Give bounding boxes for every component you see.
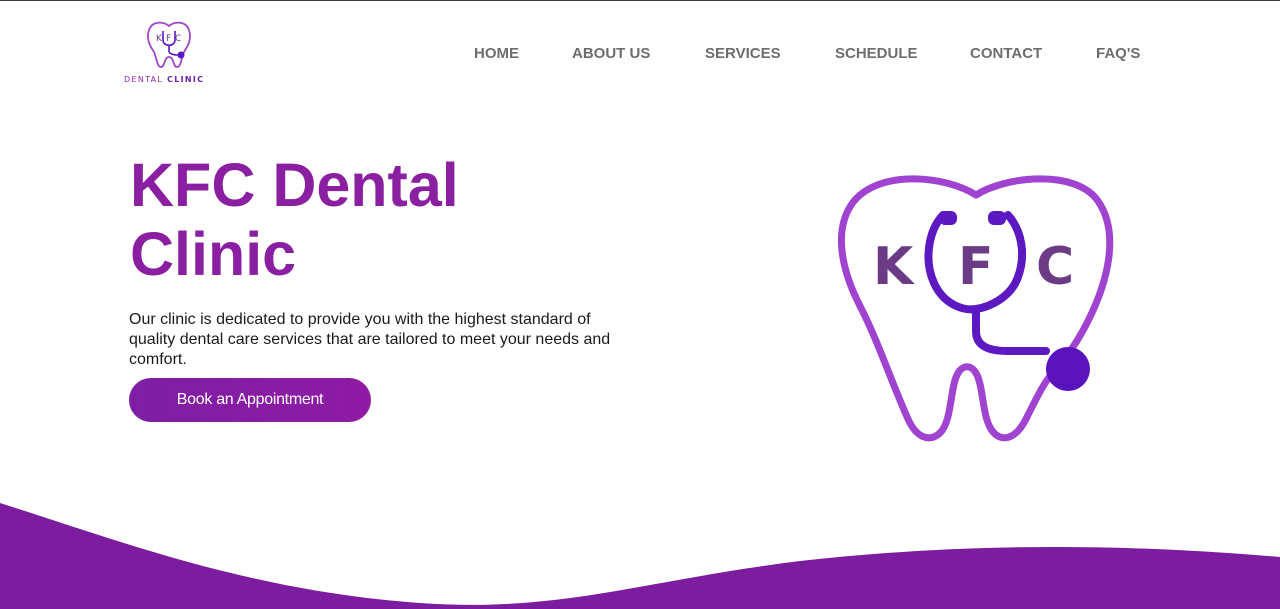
nav-contact[interactable]: CONTACT	[970, 45, 1042, 62]
kfc-tooth-stethoscope-icon: K F C	[838, 175, 1114, 442]
nav-about-us[interactable]: ABOUT US	[572, 45, 650, 62]
hero-title-line1: KFC Dental	[130, 151, 459, 219]
hero-title-line2: Clinic	[130, 220, 297, 288]
logo-word-dental: DENTAL	[124, 75, 164, 84]
hero-logo-letter-c: C	[1036, 237, 1074, 297]
svg-text:C: C	[175, 34, 181, 44]
book-appointment-button[interactable]: Book an Appointment	[129, 378, 371, 422]
nav-home[interactable]: HOME	[474, 45, 519, 62]
hero-description: Our clinic is dedicated to provide you w…	[129, 311, 611, 368]
hero-logo-letter-f: F	[958, 237, 994, 297]
logo-word-clinic: CLINIC	[167, 75, 205, 84]
tooth-logo-icon: K F C	[147, 21, 191, 68]
svg-text:F: F	[166, 34, 171, 44]
page: K F C DENTAL CLINIC HOME ABOUT US SERVIC…	[0, 0, 1280, 609]
nav-schedule[interactable]: SCHEDULE	[835, 45, 918, 62]
nav-services[interactable]: SERVICES	[705, 45, 781, 62]
bottom-wave	[0, 503, 1280, 609]
hero-title: KFC Dental Clinic	[130, 151, 550, 289]
hero-logo-letter-k: K	[873, 237, 915, 297]
site-logo[interactable]: K F C DENTAL CLINIC	[124, 19, 214, 89]
nav-faqs[interactable]: FAQ'S	[1096, 45, 1140, 62]
svg-text:K: K	[156, 34, 163, 44]
logo-wordmark: DENTAL CLINIC	[124, 75, 214, 84]
